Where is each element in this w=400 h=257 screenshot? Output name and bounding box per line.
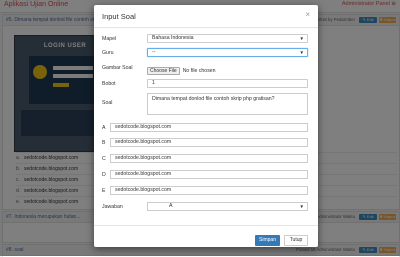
input-soal-modal: Input Soal × Mapel Bahasa Indonesia ▼ Gur… xyxy=(94,5,318,247)
jawaban-select[interactable]: A ▼ xyxy=(147,202,308,211)
caret-down-icon: ▼ xyxy=(299,50,304,55)
guru-label: Guru xyxy=(102,50,114,56)
gambar-soal-label: Gambar Soal xyxy=(102,65,133,71)
gambar-soal-file-input: Choose File No file chosen xyxy=(147,63,216,75)
caret-down-icon: ▼ xyxy=(299,204,304,209)
jawaban-label: Jawaban xyxy=(102,204,123,210)
option-b-input[interactable]: sedotcode.blogspot.com xyxy=(110,138,308,147)
tutup-button[interactable]: Tutup xyxy=(284,235,308,246)
option-b-label: B xyxy=(102,140,106,146)
option-a-input[interactable]: sedotcode.blogspot.com xyxy=(110,123,308,132)
mapel-label: Mapel xyxy=(102,36,117,42)
modal-title: Input Soal xyxy=(102,12,136,21)
option-c-label: C xyxy=(102,156,106,162)
bobot-label: Bobot xyxy=(102,81,116,87)
modal-header: Input Soal × xyxy=(94,5,318,28)
option-e-label: E xyxy=(102,188,106,194)
soal-textarea[interactable]: Dimana tempat donlod file contoh skrip p… xyxy=(147,93,308,115)
caret-down-icon: ▼ xyxy=(299,36,304,41)
soal-label: Soal xyxy=(102,100,113,106)
option-a-label: A xyxy=(102,125,106,131)
bobot-input[interactable]: 1 xyxy=(147,79,308,88)
guru-select[interactable]: -- ▼ xyxy=(147,48,308,57)
modal-footer: Simpan Tutup xyxy=(94,225,318,248)
option-d-input[interactable]: sedotcode.blogspot.com xyxy=(110,170,308,179)
choose-file-button[interactable]: Choose File xyxy=(147,67,180,75)
option-c-input[interactable]: sedotcode.blogspot.com xyxy=(110,154,308,163)
simpan-button[interactable]: Simpan xyxy=(255,235,280,246)
option-e-input[interactable]: sedotcode.blogspot.com xyxy=(110,186,308,195)
mapel-select[interactable]: Bahasa Indonesia ▼ xyxy=(147,34,308,43)
close-icon[interactable]: × xyxy=(305,11,310,19)
option-d-label: D xyxy=(102,172,106,178)
file-status: No file chosen xyxy=(182,68,216,74)
